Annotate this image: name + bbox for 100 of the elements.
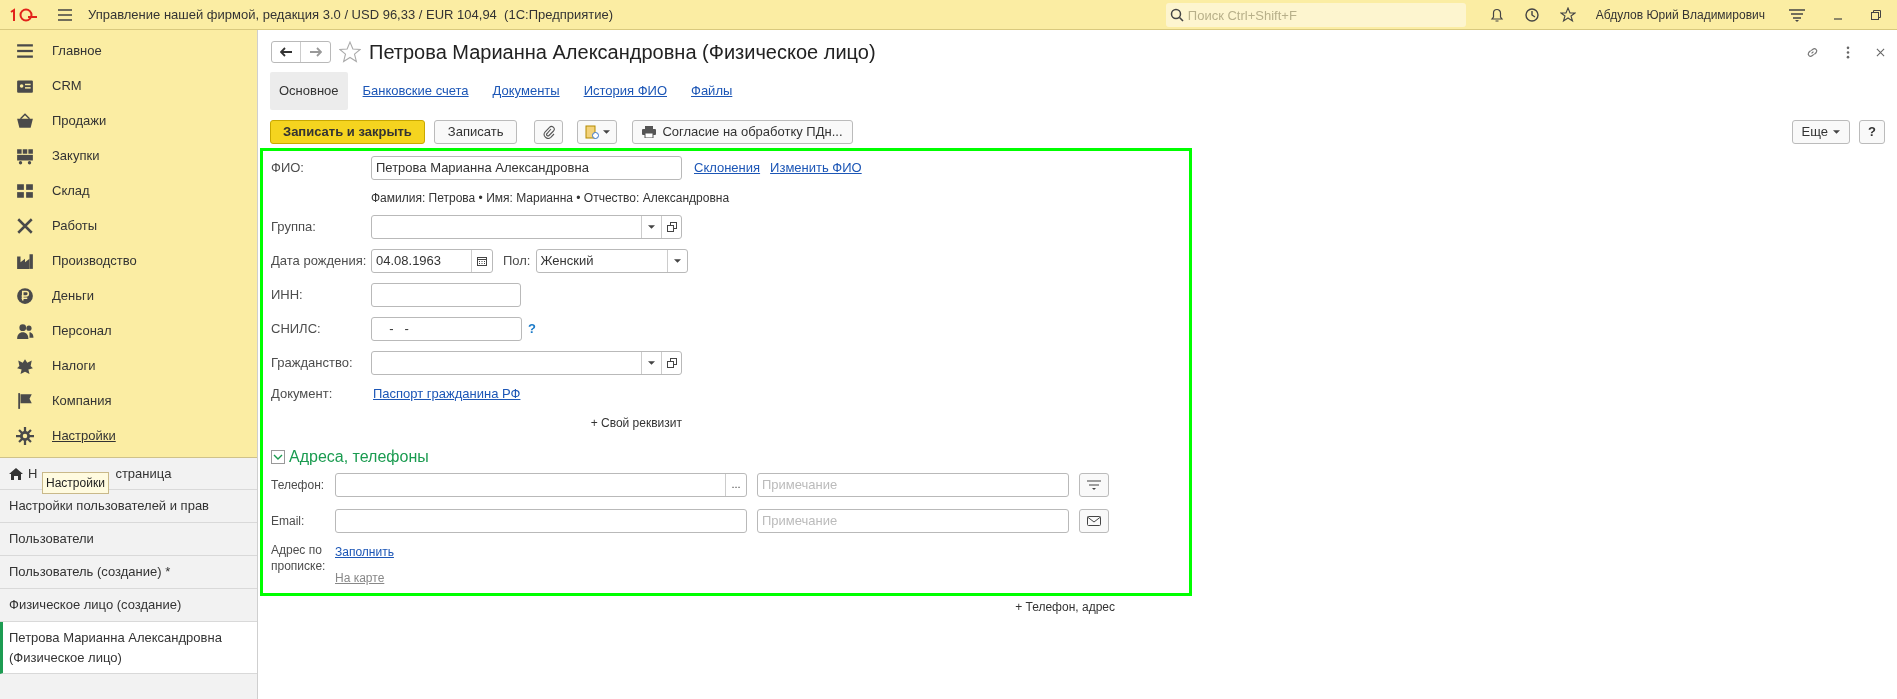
- name-field[interactable]: Петрова Марианна Александровна: [371, 155, 682, 180]
- open-window-icon: [666, 357, 677, 368]
- open-window-item[interactable]: Пользователь (создание) *: [0, 556, 257, 589]
- ruble-coin-icon: [16, 286, 34, 305]
- field-label: Телефон:: [271, 476, 326, 494]
- email-button[interactable]: [1079, 508, 1109, 533]
- section-item[interactable]: Персонал: [0, 313, 257, 348]
- grid-icon: [16, 181, 34, 200]
- section-item[interactable]: Склад: [0, 173, 257, 208]
- phone-field[interactable]: ...: [335, 472, 747, 497]
- basket-icon: [16, 111, 34, 130]
- section-item[interactable]: Продажи: [0, 103, 257, 138]
- tab[interactable]: Файлы: [682, 72, 742, 110]
- tab[interactable]: Банковские счета: [353, 72, 478, 110]
- note-field[interactable]: Примечание: [757, 508, 1069, 533]
- tab[interactable]: Основное: [270, 72, 348, 110]
- menu-icon[interactable]: [58, 8, 72, 21]
- search-field[interactable]: Поиск Ctrl+Shift+F: [1165, 3, 1466, 27]
- more-button[interactable]: Еще: [1791, 119, 1850, 144]
- menu-icon: [16, 41, 34, 60]
- caret-icon: [602, 129, 610, 134]
- envelope-icon: [1087, 515, 1101, 526]
- calendar-icon: [477, 255, 487, 266]
- section-item[interactable]: Работы: [0, 208, 257, 243]
- arrow-left-icon: [280, 47, 292, 57]
- save-and-close-button[interactable]: Записать и закрыть: [270, 119, 425, 144]
- snils-field[interactable]: - -: [371, 316, 522, 341]
- consent-button[interactable]: Согласие на обработку ПДн...: [632, 119, 853, 144]
- add-attribute-link[interactable]: + Свой реквизит: [590, 413, 682, 432]
- section-item[interactable]: Компания: [0, 383, 257, 418]
- date-field[interactable]: 04.08.1963: [371, 248, 493, 273]
- section-item[interactable]: CRM: [0, 68, 257, 103]
- logo-icon: [8, 7, 38, 22]
- passport-link[interactable]: Паспорт гражданина РФ: [373, 383, 521, 404]
- gear-icon: [16, 426, 34, 445]
- section-item[interactable]: Деньги: [0, 278, 257, 313]
- inn-field[interactable]: [371, 282, 521, 307]
- section-item[interactable]: Налоги: [0, 348, 257, 383]
- add-contact-link[interactable]: + Телефон, адрес: [1015, 597, 1115, 616]
- caret-icon: [648, 224, 655, 229]
- tab[interactable]: Документы: [483, 72, 569, 110]
- lines-icon: [1087, 479, 1101, 490]
- attach-button[interactable]: [534, 119, 564, 144]
- tab[interactable]: История ФИО: [574, 72, 676, 110]
- tooltip: Настройки: [42, 472, 109, 494]
- star-icon[interactable]: [1559, 6, 1576, 23]
- paperclip-icon: [542, 124, 555, 139]
- field-label: Гражданство:: [271, 353, 354, 372]
- field-label: ФИО:: [271, 158, 305, 177]
- open-window-icon: [666, 221, 677, 232]
- home-label-end: страница: [115, 464, 172, 483]
- section-item[interactable]: Настройки: [0, 418, 257, 453]
- restore-icon[interactable]: [1871, 9, 1881, 20]
- open-window-item[interactable]: Настройки пользователей и прав: [0, 490, 257, 523]
- field-label: ИНН:: [271, 285, 304, 304]
- bell-icon[interactable]: [1489, 6, 1504, 23]
- fill-link[interactable]: Заполнить: [335, 542, 394, 561]
- field-label: Дата рождения:: [271, 251, 368, 270]
- close-icon[interactable]: [1876, 47, 1885, 57]
- declensions-link[interactable]: Склонения: [694, 157, 761, 178]
- name-parts-text: Фамилия: Петрова • Имя: Марианна • Отчество: Александровна: [371, 189, 731, 207]
- app-title: Управление нашей фирмой, редакция 3.0 / USD 96,33 / EUR 104,94 (1С:Предприятие): [88, 5, 614, 24]
- field-label: СНИЛС:: [271, 319, 322, 338]
- printer-icon: [642, 125, 657, 138]
- note-field[interactable]: Примечание: [757, 472, 1069, 497]
- chevron-icon[interactable]: [271, 449, 285, 464]
- help-link[interactable]: ?: [528, 318, 536, 339]
- arrow-right-icon: [309, 47, 322, 57]
- user-name[interactable]: Абдулов Юрий Владимирович: [1595, 5, 1765, 24]
- caret-icon: [648, 360, 655, 365]
- field-label: Email:: [271, 512, 306, 530]
- sex-field[interactable]: Женский: [535, 248, 688, 273]
- home-icon: [9, 467, 23, 480]
- field-label: Документ:: [271, 384, 334, 403]
- open-window-item[interactable]: Пользователи: [0, 523, 257, 556]
- caret-icon: [673, 258, 681, 263]
- section-item[interactable]: Производство: [0, 243, 257, 278]
- document-menu-button[interactable]: [577, 119, 618, 144]
- group-field[interactable]: [371, 214, 682, 239]
- more-icon[interactable]: [1846, 45, 1850, 59]
- change-name-link[interactable]: Изменить ФИО: [770, 157, 862, 178]
- home-item[interactable]: Н страница Настройки: [0, 458, 257, 490]
- history-icon[interactable]: [1523, 6, 1540, 23]
- cart-icon: [16, 146, 34, 165]
- save-button[interactable]: Записать: [433, 119, 518, 144]
- star-icon[interactable]: [339, 41, 361, 63]
- filter-button[interactable]: [1079, 472, 1109, 497]
- section-item[interactable]: Главное: [0, 33, 257, 68]
- section-title[interactable]: Адреса, телефоны: [289, 444, 429, 469]
- open-window-item[interactable]: Петрова Марианна Александровна (Физическое лицо): [0, 622, 257, 674]
- citizenship-field[interactable]: [371, 350, 682, 375]
- section-item[interactable]: Закупки: [0, 138, 257, 173]
- field-label: Адрес по прописке:: [271, 541, 325, 575]
- home-label-start: Н: [28, 464, 38, 483]
- map-link[interactable]: На карте: [335, 568, 394, 587]
- email-field[interactable]: [335, 508, 747, 533]
- help-button[interactable]: ?: [1859, 119, 1885, 144]
- field-label: Пол:: [503, 251, 531, 270]
- settings-menu-icon[interactable]: [1789, 7, 1805, 22]
- more-button[interactable]: ...: [725, 473, 746, 496]
